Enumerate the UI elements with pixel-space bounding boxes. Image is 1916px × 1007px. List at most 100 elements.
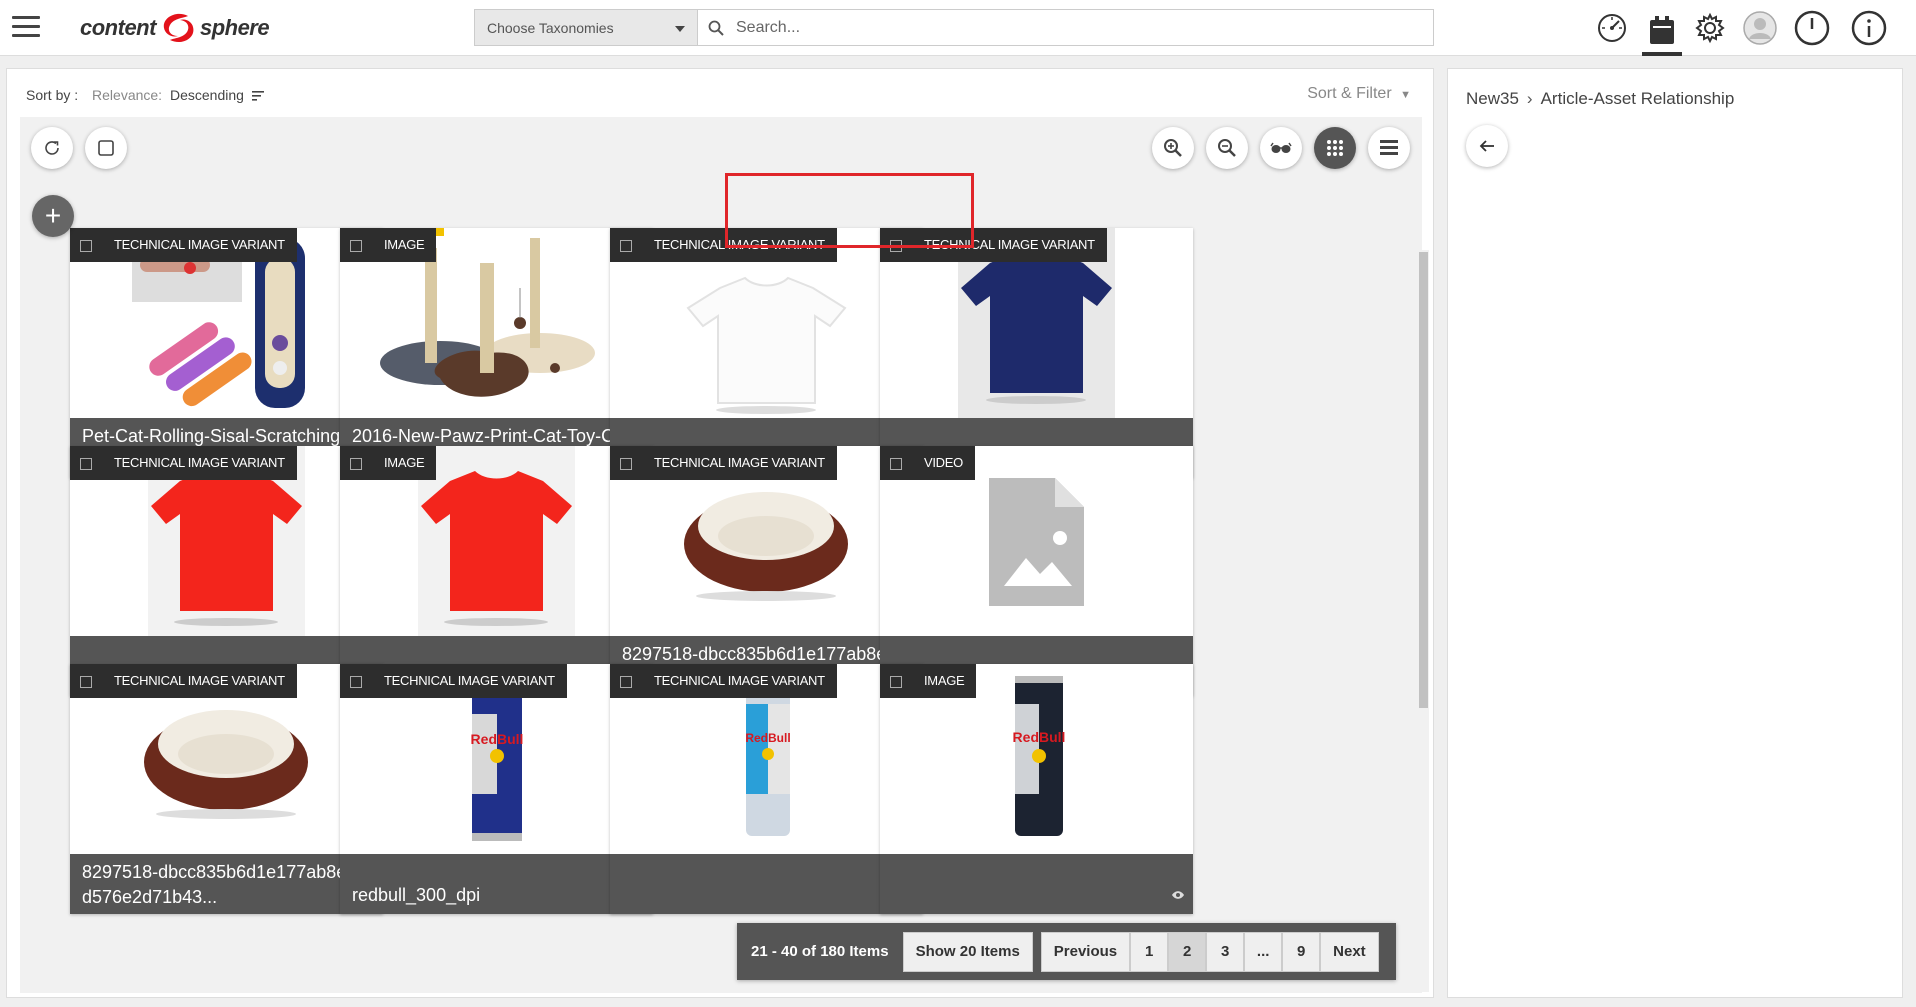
page-1-button[interactable]: 1 — [1130, 931, 1169, 972]
sort-direction[interactable]: Descending — [170, 87, 244, 103]
sort-filter-label: Sort & Filter — [1307, 85, 1392, 102]
zoom-out-icon — [1218, 139, 1236, 157]
scrollbar-thumb[interactable] — [1419, 252, 1428, 708]
asset-select-checkbox[interactable] — [890, 676, 902, 688]
back-button[interactable] — [1466, 125, 1508, 167]
asset-card[interactable]: TECHNICAL IMAGE VARIANT Pet-Cat-Rolling-S… — [70, 228, 383, 478]
asset-card[interactable]: IMAGE2016-New-Pawz-Print-Cat-Toy-Cat-Hou… — [340, 228, 653, 478]
zoom-out-button[interactable] — [1206, 127, 1248, 169]
asset-card[interactable]: TECHNICAL IMAGE VARIANTt-shirts-1_150_dp… — [610, 228, 923, 478]
asset-select-checkbox[interactable] — [350, 676, 362, 688]
asset-type-badge: TECHNICAL IMAGE VARIANT — [610, 446, 837, 480]
asset-name: redbull_300_dpi — [352, 885, 481, 905]
sort-lines-icon[interactable] — [251, 89, 266, 101]
logo-swoosh-icon — [163, 13, 194, 43]
asset-card[interactable]: IMAGERed T-Shirt — [340, 446, 653, 696]
page-1-label: 1 — [1144, 943, 1154, 960]
asset-card[interactable]: RedBull TECHNICAL IMAGE VARIANT redbull_30… — [340, 664, 653, 914]
logo[interactable]: content sphere — [80, 10, 270, 46]
asset-type-badge: TECHNICAL IMAGE VARIANT — [610, 664, 837, 698]
page-ellipsis[interactable]: ... — [1244, 931, 1283, 972]
asset-select-checkbox[interactable] — [620, 240, 632, 252]
asset-type-label: TECHNICAL IMAGE VARIANT — [114, 455, 285, 470]
previous-button[interactable]: Previous — [1040, 931, 1131, 972]
asset-type-label: TECHNICAL IMAGE VARIANT — [114, 237, 285, 252]
grid-view-button[interactable] — [1314, 127, 1356, 169]
dashboard-button[interactable] — [1592, 8, 1632, 48]
asset-select-checkbox[interactable] — [620, 458, 632, 470]
asset-select-checkbox[interactable] — [80, 676, 92, 688]
asset-grid: + TECHNICAL IMAGE VARIANT Pet-Cat-Rolling… — [20, 117, 1422, 993]
asset-type-label: IMAGE — [924, 673, 965, 688]
arrow-left-icon — [1479, 140, 1494, 152]
asset-caption — [880, 854, 1193, 914]
power-icon — [1794, 10, 1830, 46]
scrollbar[interactable] — [1418, 250, 1429, 992]
calendar-button[interactable] — [1642, 8, 1682, 56]
asset-type-badge: TECHNICAL IMAGE VARIANT — [610, 228, 837, 262]
search-input[interactable] — [736, 16, 1416, 40]
settings-button[interactable] — [1690, 8, 1730, 48]
asset-select-checkbox[interactable] — [80, 240, 92, 252]
asset-type-badge: TECHNICAL IMAGE VARIANT — [880, 228, 1107, 262]
asset-card[interactable]: TECHNICAL IMAGE VARIANT 8297518-dbcc835b6… — [70, 664, 383, 914]
page-9-button[interactable]: 9 — [1282, 931, 1321, 972]
page-2-button[interactable]: 2 — [1168, 931, 1207, 972]
next-button[interactable]: Next — [1320, 931, 1379, 972]
user-button[interactable] — [1740, 8, 1780, 48]
page-ellipsis-label: ... — [1256, 943, 1270, 960]
asset-card[interactable]: TECHNICAL IMAGE VARIANT 8297518-dbcc835b6… — [610, 446, 923, 696]
chevron-right-icon: › — [1526, 89, 1533, 108]
asset-type-badge: TECHNICAL IMAGE VARIANT — [70, 664, 297, 698]
breadcrumb: New35 › Article-Asset Relationship — [1466, 89, 1734, 109]
info-button[interactable] — [1849, 8, 1889, 48]
checkbox-icon — [98, 140, 114, 156]
asset-select-checkbox[interactable] — [890, 240, 902, 252]
logo-text-left: content — [80, 15, 156, 40]
asset-type-badge: IMAGE — [880, 664, 977, 698]
previous-label: Previous — [1053, 943, 1118, 960]
list-view-button[interactable] — [1368, 127, 1410, 169]
grid-icon — [1327, 140, 1343, 156]
search-box — [698, 9, 1434, 46]
add-asset-button[interactable]: + — [32, 195, 74, 237]
asset-card[interactable]: TECHNICAL IMAGE VARIANTt-shirts-blue_150… — [880, 228, 1193, 478]
logout-button[interactable] — [1792, 8, 1832, 48]
sort-relevance: Relevance: — [92, 87, 163, 103]
page-3-button[interactable]: 3 — [1206, 931, 1245, 972]
sort-filter-toggle[interactable]: Sort & Filter ▼ — [1307, 85, 1411, 103]
list-icon — [1380, 140, 1398, 155]
preview-button[interactable] — [1260, 127, 1302, 169]
asset-select-checkbox[interactable] — [620, 676, 632, 688]
page-3-label: 3 — [1220, 943, 1230, 960]
show-items-button[interactable]: Show 20 Items — [902, 931, 1033, 972]
asset-type-badge: TECHNICAL IMAGE VARIANT — [70, 228, 297, 262]
asset-type-label: TECHNICAL IMAGE VARIANT — [654, 237, 825, 252]
menu-icon[interactable] — [12, 16, 40, 38]
asset-card[interactable]: RedBull TECHNICAL IMAGE VARIANT — [610, 664, 923, 914]
sort-label: Sort by : — [26, 87, 79, 103]
asset-select-checkbox[interactable] — [890, 458, 902, 470]
top-bar: content sphere Choose Taxonomies — [0, 0, 1916, 56]
pagination-info: 21 - 40 of 180 Items — [751, 943, 889, 960]
asset-type-label: TECHNICAL IMAGE VARIANT — [114, 673, 285, 688]
asset-select-checkbox[interactable] — [350, 458, 362, 470]
eye-icon[interactable] — [1171, 882, 1185, 907]
refresh-button[interactable] — [31, 127, 73, 169]
asset-select-checkbox[interactable] — [350, 240, 362, 252]
asset-select-checkbox[interactable] — [80, 458, 92, 470]
user-icon — [1743, 11, 1777, 45]
asset-card[interactable]: RedBull IMAGE — [880, 664, 1193, 914]
taxonomy-dropdown[interactable]: Choose Taxonomies — [474, 9, 698, 46]
info-icon — [1851, 10, 1887, 46]
asset-card[interactable]: TECHNICAL IMAGE VARIANTt-shirts-red_300_… — [70, 446, 383, 696]
asset-type-badge: IMAGE — [340, 446, 437, 480]
caret-down-icon — [675, 26, 685, 32]
asset-list-panel: Sort by : Relevance: Descending Sort & F… — [6, 68, 1434, 998]
sort-bar: Sort by : Relevance: Descending — [26, 87, 266, 103]
taxonomy-label: Choose Taxonomies — [487, 20, 614, 36]
select-all-button[interactable] — [85, 127, 127, 169]
breadcrumb-item-article[interactable]: New35 — [1466, 89, 1519, 109]
asset-card[interactable]: VIDEONew9 — [880, 446, 1193, 696]
zoom-in-button[interactable] — [1152, 127, 1194, 169]
